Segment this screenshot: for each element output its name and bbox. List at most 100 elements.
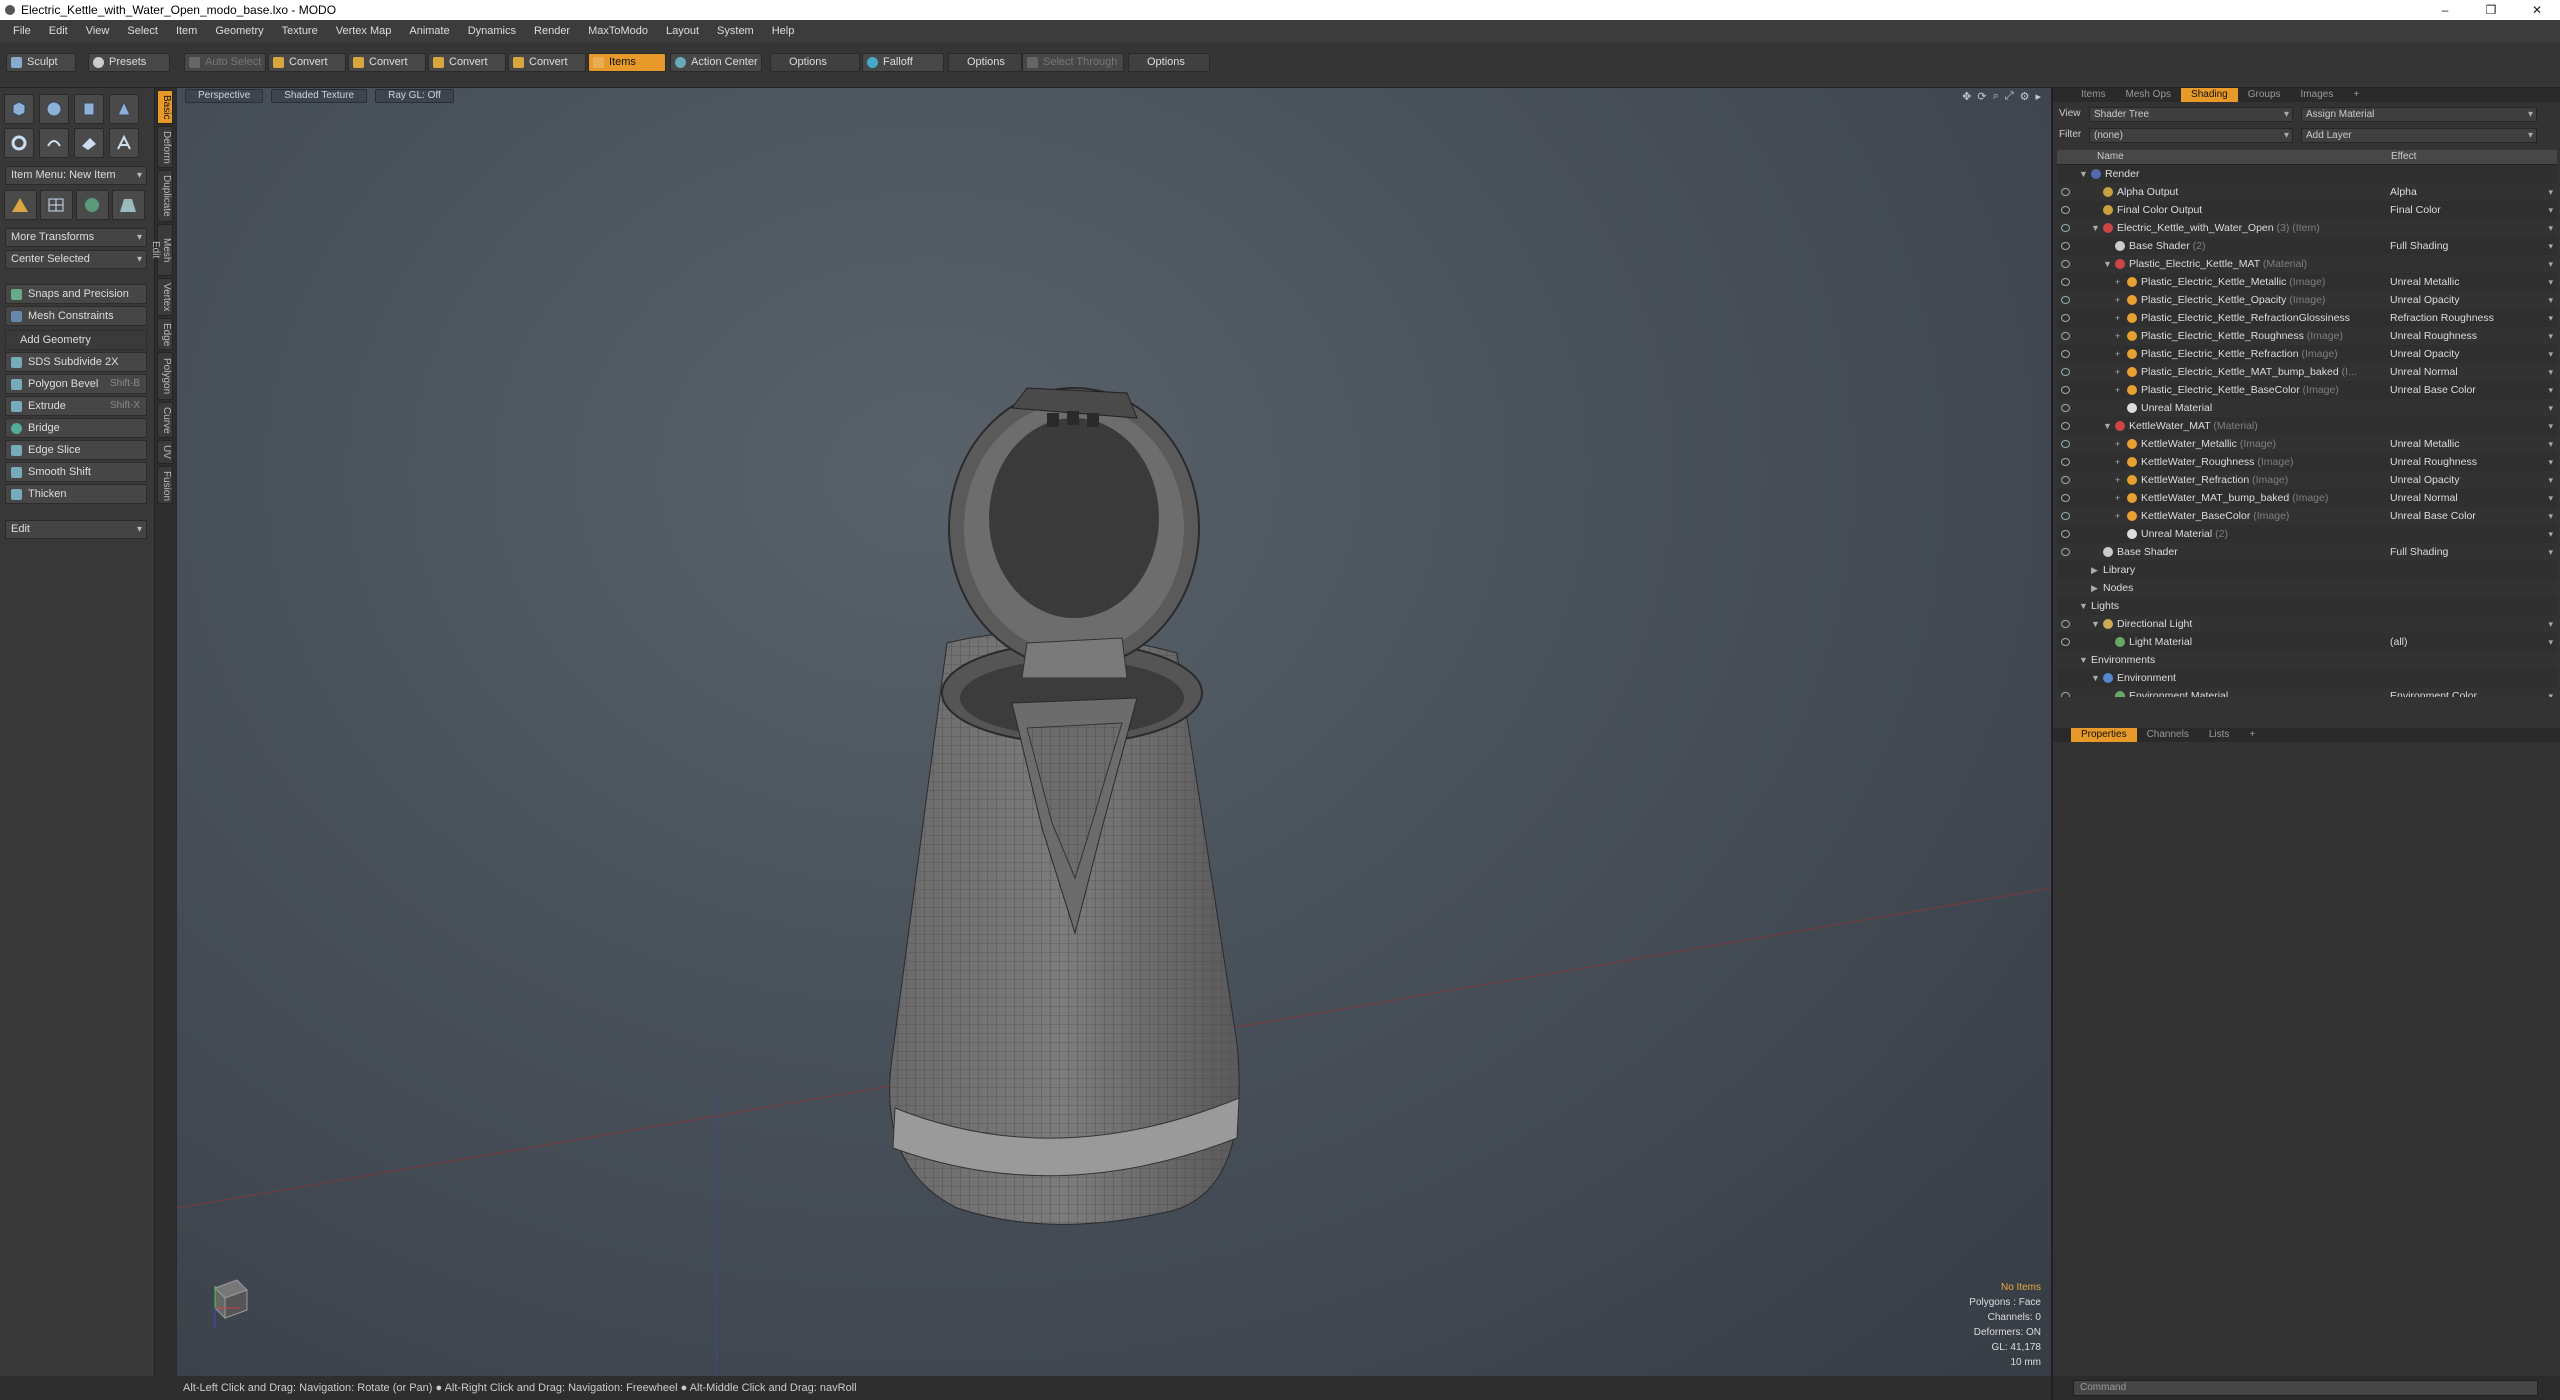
layer-effect[interactable]: Unreal Opacity [2390,345,2459,363]
vtab-duplicate[interactable]: Duplicate [157,170,173,222]
polygon-bevel-button[interactable]: Polygon Bevel Shift-B [5,374,147,394]
layer-effect[interactable]: Final Color [2390,201,2441,219]
effect-dropdown-icon[interactable]: ▾ [2548,363,2553,381]
effect-dropdown-icon[interactable]: ▾ [2548,615,2553,633]
shader-tree-row[interactable]: ▶ Nodes [2057,579,2557,597]
auto-select-button[interactable]: Auto Select [184,53,266,72]
command-input[interactable]: Command [2073,1380,2538,1396]
effect-dropdown-icon[interactable]: ▾ [2548,291,2553,309]
torus-tool[interactable] [4,128,34,158]
visibility-eye-icon[interactable] [2061,512,2070,520]
column-effect[interactable]: Effect [2391,151,2416,162]
sculpt-button[interactable]: Sculpt [6,53,76,72]
layer-effect[interactable]: Unreal Opacity [2390,291,2459,309]
expand-toggle-icon[interactable]: + [2115,327,2120,345]
menu-animate[interactable]: Animate [400,20,458,42]
shader-tree-row[interactable]: ▼ Directional Light ▾ [2057,615,2557,633]
shader-tree-row[interactable]: + KettleWater_Roughness (Image) Unreal Rou… [2057,453,2557,471]
expand-toggle-icon[interactable]: + [2115,345,2120,363]
convert-button-4[interactable]: Convert [508,53,586,72]
vtab-vertex[interactable]: Vertex [157,278,173,316]
effect-dropdown-icon[interactable]: ▾ [2548,417,2553,435]
shader-tree-row[interactable]: + Plastic_Electric_Kettle_Opacity (Image)… [2057,291,2557,309]
falloff-button[interactable]: Falloff [862,53,944,72]
visibility-eye-icon[interactable] [2061,422,2070,430]
vtab-fusion[interactable]: Fusion [157,466,173,504]
perspective-tool[interactable] [112,190,145,220]
mesh-constraints-button[interactable]: Mesh Constraints [5,306,147,326]
shader-tree-row[interactable]: + KettleWater_Refraction (Image) Unreal Op… [2057,471,2557,489]
shader-tree-row[interactable]: ▼ KettleWater_MAT (Material) ▾ [2057,417,2557,435]
visibility-eye-icon[interactable] [2061,458,2070,466]
layer-effect[interactable]: (all) [2390,633,2408,651]
menu-layout[interactable]: Layout [657,20,708,42]
assign-material-dropdown[interactable]: Assign Material [2301,107,2537,122]
menu-geometry[interactable]: Geometry [206,20,272,42]
shader-tree-row[interactable]: Unreal Material ▾ [2057,399,2557,417]
effect-dropdown-icon[interactable]: ▾ [2548,237,2553,255]
tab-groups[interactable]: Groups [2238,88,2291,102]
shader-tree-row[interactable]: Final Color Output Final Color ▾ [2057,201,2557,219]
center-selected-dropdown[interactable]: Center Selected [5,250,147,269]
shader-tree-row[interactable]: ▼ Electric_Kettle_with_Water_Open (3) (It… [2057,219,2557,237]
visibility-eye-icon[interactable] [2061,620,2070,628]
snaps-precision-button[interactable]: Snaps and Precision [5,284,147,304]
visibility-eye-icon[interactable] [2061,188,2070,196]
effect-dropdown-icon[interactable]: ▾ [2548,219,2553,237]
effect-dropdown-icon[interactable]: ▾ [2548,255,2553,273]
tab-shading[interactable]: Shading [2181,88,2238,102]
shader-tree-row[interactable]: ▼ Lights [2057,597,2557,615]
bridge-button[interactable]: Bridge [5,418,147,438]
edit-dropdown[interactable]: Edit [5,520,147,539]
shader-tree-row[interactable]: Base Shader (2) Full Shading ▾ [2057,237,2557,255]
spiral-tool[interactable] [39,128,69,158]
expand-toggle-icon[interactable]: ▼ [2079,651,2088,669]
expand-toggle-icon[interactable]: + [2115,273,2120,291]
options-button-2[interactable]: Options [948,53,1022,72]
expand-toggle-icon[interactable]: + [2115,291,2120,309]
effect-dropdown-icon[interactable]: ▾ [2548,381,2553,399]
layer-effect[interactable]: Unreal Metallic [2390,435,2459,453]
convert-button-3[interactable]: Convert [428,53,506,72]
expand-toggle-icon[interactable]: + [2115,471,2120,489]
shader-tree-row[interactable]: + Plastic_Electric_Kettle_BaseColor (Imag… [2057,381,2557,399]
layer-effect[interactable]: Unreal Normal [2390,489,2458,507]
visibility-eye-icon[interactable] [2061,404,2070,412]
visibility-eye-icon[interactable] [2061,278,2070,286]
shader-tree-row[interactable]: Light Material (all) ▾ [2057,633,2557,651]
view-dropdown[interactable]: Shader Tree [2089,107,2293,122]
vtab-curve[interactable]: Curve [157,402,173,438]
effect-dropdown-icon[interactable]: ▾ [2548,453,2553,471]
3d-viewport[interactable]: Perspective Shaded Texture Ray GL: Off ✥… [177,88,2051,1376]
visibility-eye-icon[interactable] [2061,692,2070,697]
layer-effect[interactable]: Unreal Base Color [2390,507,2476,525]
visibility-eye-icon[interactable] [2061,368,2070,376]
expand-toggle-icon[interactable]: + [2115,435,2120,453]
cylinder-tool[interactable] [74,94,104,124]
expand-toggle-icon[interactable]: + [2115,489,2120,507]
grid-tool[interactable] [40,190,73,220]
more-transforms-dropdown[interactable]: More Transforms [5,228,147,247]
vtab-deform[interactable]: Deform [157,126,173,168]
visibility-eye-icon[interactable] [2061,350,2070,358]
menu-dynamics[interactable]: Dynamics [459,20,525,42]
column-name[interactable]: Name [2097,151,2124,162]
effect-dropdown-icon[interactable]: ▾ [2548,435,2553,453]
vtab-mesh-edit[interactable]: Mesh Edit [150,224,173,276]
tab-properties[interactable]: Properties [2071,728,2137,742]
tab-images[interactable]: Images [2291,88,2344,102]
expand-toggle-icon[interactable]: ▼ [2103,255,2112,273]
vtab-basic[interactable]: Basic [157,90,173,124]
effect-dropdown-icon[interactable]: ▾ [2548,471,2553,489]
effect-dropdown-icon[interactable]: ▾ [2548,201,2553,219]
shader-tree-row[interactable]: Base Shader Full Shading ▾ [2057,543,2557,561]
shader-tree-row[interactable]: ▼ Environments [2057,651,2557,669]
vtab-uv[interactable]: UV [157,440,173,464]
globe-tool[interactable] [76,190,109,220]
effect-dropdown-icon[interactable]: ▾ [2548,183,2553,201]
shader-tree-row[interactable]: + Plastic_Electric_Kettle_RefractionGloss… [2057,309,2557,327]
thicken-button[interactable]: Thicken [5,484,147,504]
visibility-eye-icon[interactable] [2061,206,2070,214]
layer-effect[interactable]: Unreal Base Color [2390,381,2476,399]
shader-tree-row[interactable]: ▼ Plastic_Electric_Kettle_MAT (Material) ▾ [2057,255,2557,273]
